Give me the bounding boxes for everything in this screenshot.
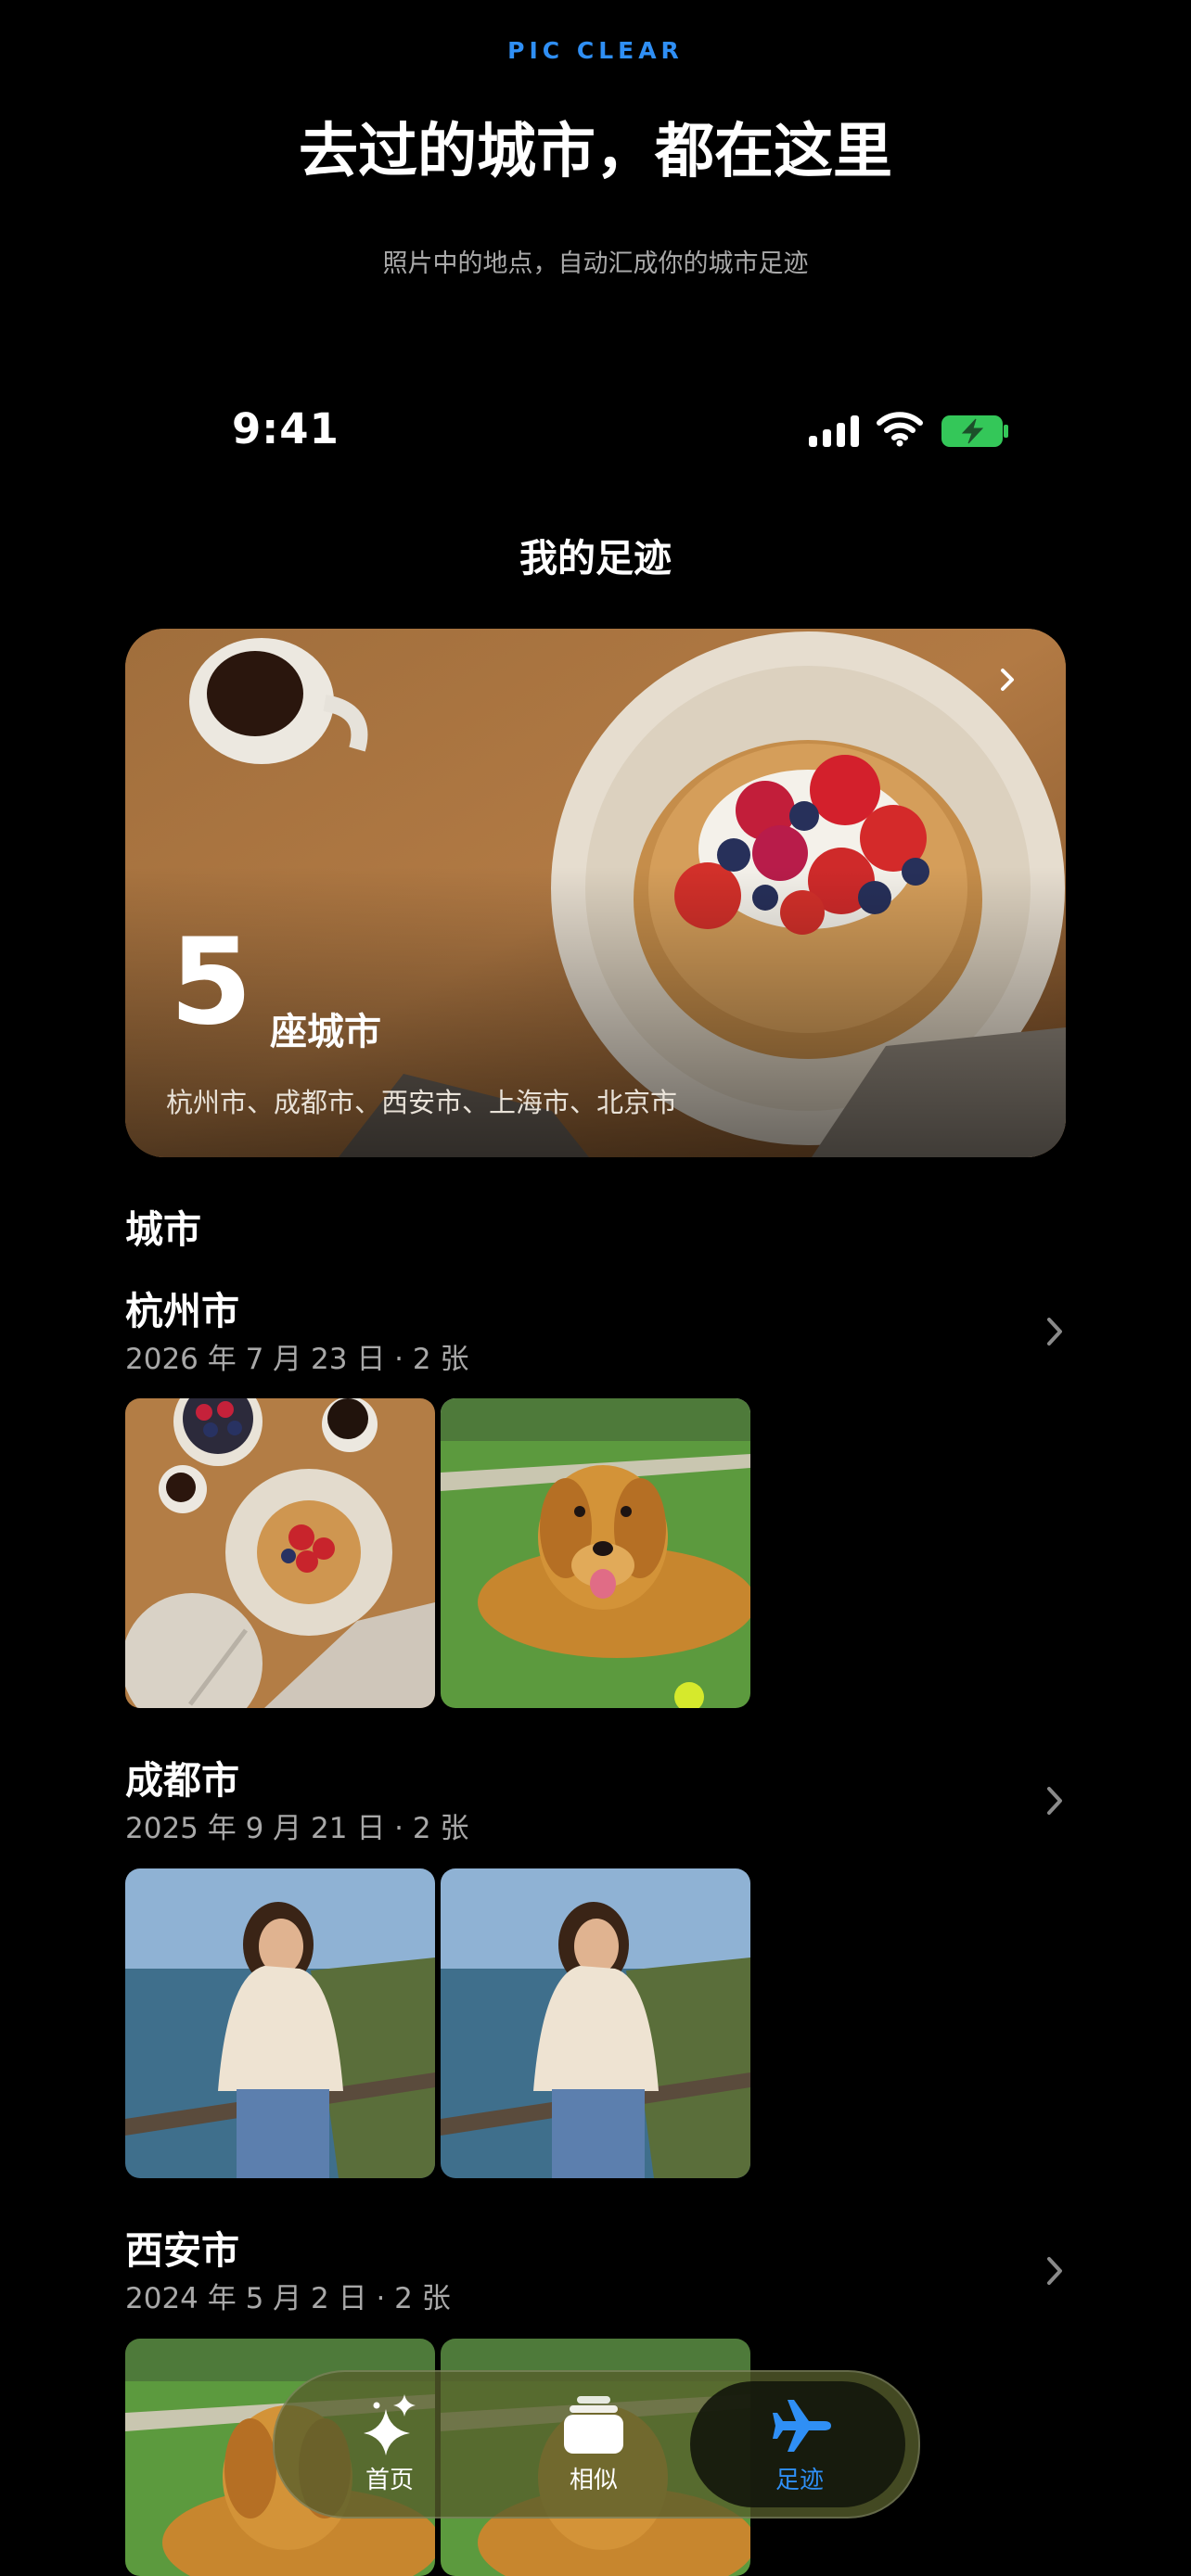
city-row-chengdu[interactable]: 成都市 2025 年 9 月 21 日 · 2 张 <box>0 1749 1191 1845</box>
pancake-breakfast-photo <box>125 629 1066 1157</box>
city-meta: 2026 年 7 月 23 日 · 2 张 <box>125 1343 469 1376</box>
city-row-hangzhou[interactable]: 杭州市 2026 年 7 月 23 日 · 2 张 <box>0 1280 1191 1376</box>
woman-seaside-photo <box>125 1868 435 2178</box>
page-title: 我的足迹 <box>519 536 672 580</box>
section-title: 城市 <box>125 1207 201 1252</box>
photo-thumbnail[interactable] <box>125 1398 435 1708</box>
promo-title: 去过的城市，都在这里 <box>299 118 892 186</box>
chevron-right-icon[interactable] <box>1044 1784 1065 1817</box>
breakfast-table-photo <box>125 1398 435 1708</box>
photo-thumbnail[interactable] <box>125 1868 435 2178</box>
city-meta: 2025 年 9 月 21 日 · 2 张 <box>125 1812 469 1845</box>
tab-bar: 首页 相似 足迹 <box>273 2370 920 2519</box>
tab-home[interactable]: 首页 <box>288 2372 492 2517</box>
sparkles-icon <box>364 2394 416 2455</box>
chevron-right-icon[interactable] <box>1044 1315 1065 1348</box>
city-name: 成都市 <box>125 1758 239 1803</box>
stack-icon <box>564 2396 623 2454</box>
promo-subtitle: 照片中的地点，自动汇成你的城市足迹 <box>382 249 809 278</box>
woman-seaside-photo <box>441 1868 750 2178</box>
chevron-right-icon[interactable] <box>993 666 1021 694</box>
city-count: 5 <box>170 913 253 1052</box>
status-time: 9:41 <box>232 404 339 453</box>
city-name: 西安市 <box>125 2228 239 2273</box>
chevron-right-icon[interactable] <box>1044 2254 1065 2288</box>
city-meta: 2024 年 5 月 2 日 · 2 张 <box>125 2282 451 2315</box>
photo-thumbnail[interactable] <box>441 1398 750 1708</box>
tab-label: 足迹 <box>775 2467 824 2494</box>
brand-label: PIC CLEAR <box>507 37 684 64</box>
city-row-xian[interactable]: 西安市 2024 年 5 月 2 日 · 2 张 <box>0 2219 1191 2315</box>
city-count-unit: 座城市 <box>270 1011 381 1053</box>
city-name: 杭州市 <box>125 1289 239 1333</box>
battery-charging-icon <box>941 415 1008 447</box>
golden-retriever-photo <box>441 1398 750 1708</box>
tab-footprint[interactable]: 足迹 <box>698 2372 902 2517</box>
wifi-icon <box>877 412 923 447</box>
cellular-signal-icon <box>809 415 861 447</box>
tab-similar[interactable]: 相似 <box>492 2372 696 2517</box>
footprint-summary-card[interactable]: 5 座城市 杭州市、成都市、西安市、上海市、北京市 <box>125 629 1066 1157</box>
visited-cities-list: 杭州市、成都市、西安市、上海市、北京市 <box>166 1087 678 1118</box>
tab-label: 相似 <box>569 2467 618 2494</box>
tab-label: 首页 <box>365 2467 414 2494</box>
photo-thumbnail[interactable] <box>441 1868 750 2178</box>
airplane-icon <box>773 2400 831 2452</box>
